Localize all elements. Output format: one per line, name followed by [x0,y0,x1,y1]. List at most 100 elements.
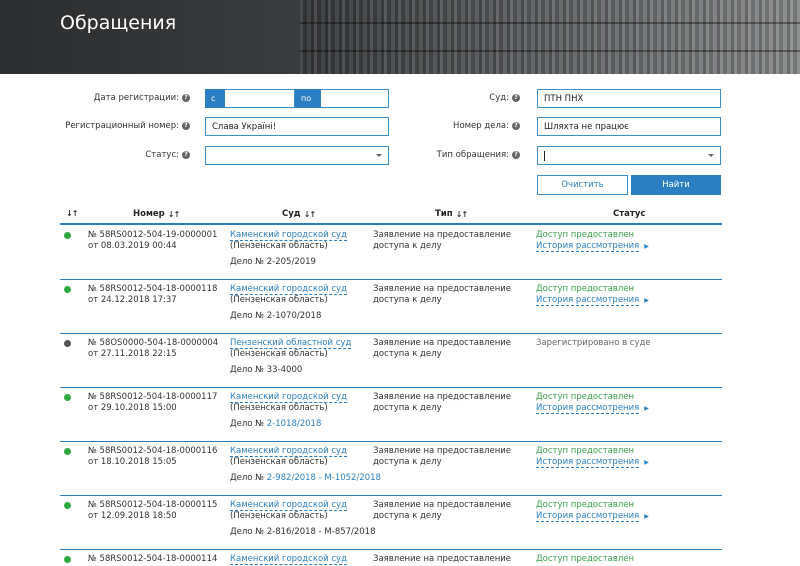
reg-date-from-input[interactable] [225,89,295,108]
caret-right-icon[interactable]: ▶ [644,405,649,412]
reg-date-label-text: Дата регистрации: [93,93,179,103]
question-circle-icon[interactable]: ? [512,94,520,102]
sort-icon[interactable]: ↓↑ [304,210,316,219]
column-header-type[interactable]: Тип ↓↑ [435,209,468,219]
question-circle-icon[interactable]: ? [182,122,190,130]
court-cell: Каменский городской суд (Пензенская облас… [230,284,370,306]
status-label-text: Статус: [145,150,179,160]
status-select[interactable] [205,146,389,165]
status-cell: Доступ предоставлен История рассмотрения ▶ [536,230,686,252]
caret-right-icon[interactable]: ▶ [644,513,649,520]
case-cell: Дело № 2-816/2018 - М-857/2018 [230,527,376,537]
appeal-type-label: Тип обращения: ? [370,146,520,164]
clear-button[interactable]: Очистить [537,175,628,195]
court-region: (Пензенская область) [230,349,328,359]
appeal-type-select[interactable] [537,146,721,165]
case-prefix: Дело № [230,257,267,267]
court-link[interactable]: Каменский городской суд [230,284,347,295]
status-dot [64,340,71,347]
court-link[interactable]: Пензенский областной суд [230,338,352,349]
caret-right-icon[interactable]: ▶ [644,459,649,466]
question-circle-icon[interactable]: ? [182,94,190,102]
question-circle-icon[interactable]: ? [182,151,190,159]
column-header-number[interactable]: Номер ↓↑ [133,209,180,219]
page-title: Обращения [60,12,177,34]
court-link[interactable]: Каменский городской суд [230,230,347,241]
appeal-number-cell: № 58RS0012-504-18-0000114 [88,554,228,565]
status-dot [64,556,71,563]
reg-date-to-label: по [295,89,321,108]
column-header-court[interactable]: Суд ↓↑ [282,209,316,219]
appeal-type-cell: Заявление на предоставление доступа к де… [373,446,512,467]
sort-icon[interactable]: ↓↑ [456,210,468,219]
question-circle-icon[interactable]: ? [512,122,520,130]
caret-right-icon[interactable]: ▶ [644,297,649,304]
status-text: Доступ предоставлен [536,284,635,294]
court-cell: Каменский городской суд (Пензенская облас… [230,392,370,414]
case-number[interactable]: 2-982/2018 - М-1052/2018 [267,473,381,483]
column-header-status: Статус [613,209,645,219]
status-label: Статус: ? [40,146,190,164]
status-dot [64,286,71,293]
history-link[interactable]: История рассмотрения [536,403,640,414]
question-circle-icon[interactable]: ? [512,151,520,159]
appeal-type-cell: Заявление на предоставление доступа к де… [373,500,512,521]
table-row: № 58RS0012-504-18-0000116 от 18.10.2018 1… [60,442,722,496]
reg-number-value: Слава Україні! [212,121,277,132]
court-link[interactable]: Каменский городской суд [230,500,347,511]
history-link[interactable]: История рассмотрения [536,295,640,306]
status-text: Доступ предоставлен [536,554,635,564]
case-number[interactable]: 2-1018/2018 [267,419,322,429]
court-link[interactable]: Каменский городской суд [230,554,347,565]
sort-column-dot[interactable]: ↓↑ [66,209,78,218]
status-text: Зарегистрировано в суде [536,338,651,348]
status-cell: Доступ предоставлен История рассмотрения ▶ [536,500,686,522]
header-shelf-line [300,22,800,24]
reg-date-label: Дата регистрации: ? [40,89,190,107]
case-cell: Дело № 33-4000 [230,365,302,375]
appeal-number-cell: № 58RS0012-504-18-0000116 от 18.10.2018 1… [88,446,228,468]
column-header-status-label: Статус [613,209,646,219]
appeal-date: от 27.11.2018 22:15 [88,349,177,359]
find-button[interactable]: Найти [631,175,721,195]
table-row: № 58RS0012-504-18-0000115 от 12.09.2018 1… [60,496,722,550]
header-background-image [300,0,800,74]
case-number: 2-1070/2018 [266,311,322,321]
column-header-type-label: Тип [435,209,453,219]
appeal-number: № 58RS0012-504-18-0000115 [88,500,218,510]
status-text: Доступ предоставлен [536,230,635,240]
chevron-down-icon [708,154,714,157]
court-region: (Пензенская область) [230,511,328,521]
status-dot [64,448,71,455]
court-cell: Каменский городской суд (Пензенская облас… [230,230,370,252]
appeal-type-cell: Заявление на предоставление доступа к де… [373,338,512,359]
reg-number-input[interactable]: Слава Україні! [205,117,389,136]
appeal-number-cell: № 58RS0012-504-18-0000118 от 24.12.2018 1… [88,284,228,306]
history-link[interactable]: История рассмотрения [536,457,640,468]
court-cell: Каменский городской суд [230,554,370,565]
court-label-text: Суд: [489,93,509,103]
status-dot [64,232,71,239]
status-dot [64,394,71,401]
court-cell: Каменский городской суд (Пензенская облас… [230,500,370,522]
caret-right-icon[interactable]: ▶ [644,243,649,250]
table-header: ↓↑ Номер ↓↑ Суд ↓↑ Тип ↓↑ Статус [60,205,722,225]
appeal-number: № 58RS0012-504-18-0000114 [88,554,218,564]
sort-icon[interactable]: ↓↑ [168,210,180,219]
court-region: (Пензенская область) [230,295,328,305]
history-link[interactable]: История рассмотрения [536,241,640,252]
court-cell: Каменский городской суд (Пензенская облас… [230,446,370,468]
appeal-number: № 58RS0012-504-18-0000118 [88,284,218,294]
court-input[interactable]: ПТН ПНХ [537,89,721,108]
case-number-input[interactable]: Шляхта не працює [537,117,721,136]
court-label: Суд: ? [370,89,520,107]
status-dot [64,502,71,509]
sort-icon[interactable]: ↓↑ [66,209,78,218]
court-link[interactable]: Каменский городской суд [230,392,347,403]
appeal-type-cell: Заявление на предоставление доступа [373,554,512,566]
status-cell: Доступ предоставлен История рассмотрения ▶ [536,392,686,414]
status-cell: Доступ предоставлен История рассмотрения ▶ [536,284,686,306]
appeal-date: от 29.10.2018 15:00 [88,403,177,413]
court-link[interactable]: Каменский городской суд [230,446,347,457]
history-link[interactable]: История рассмотрения [536,511,640,522]
